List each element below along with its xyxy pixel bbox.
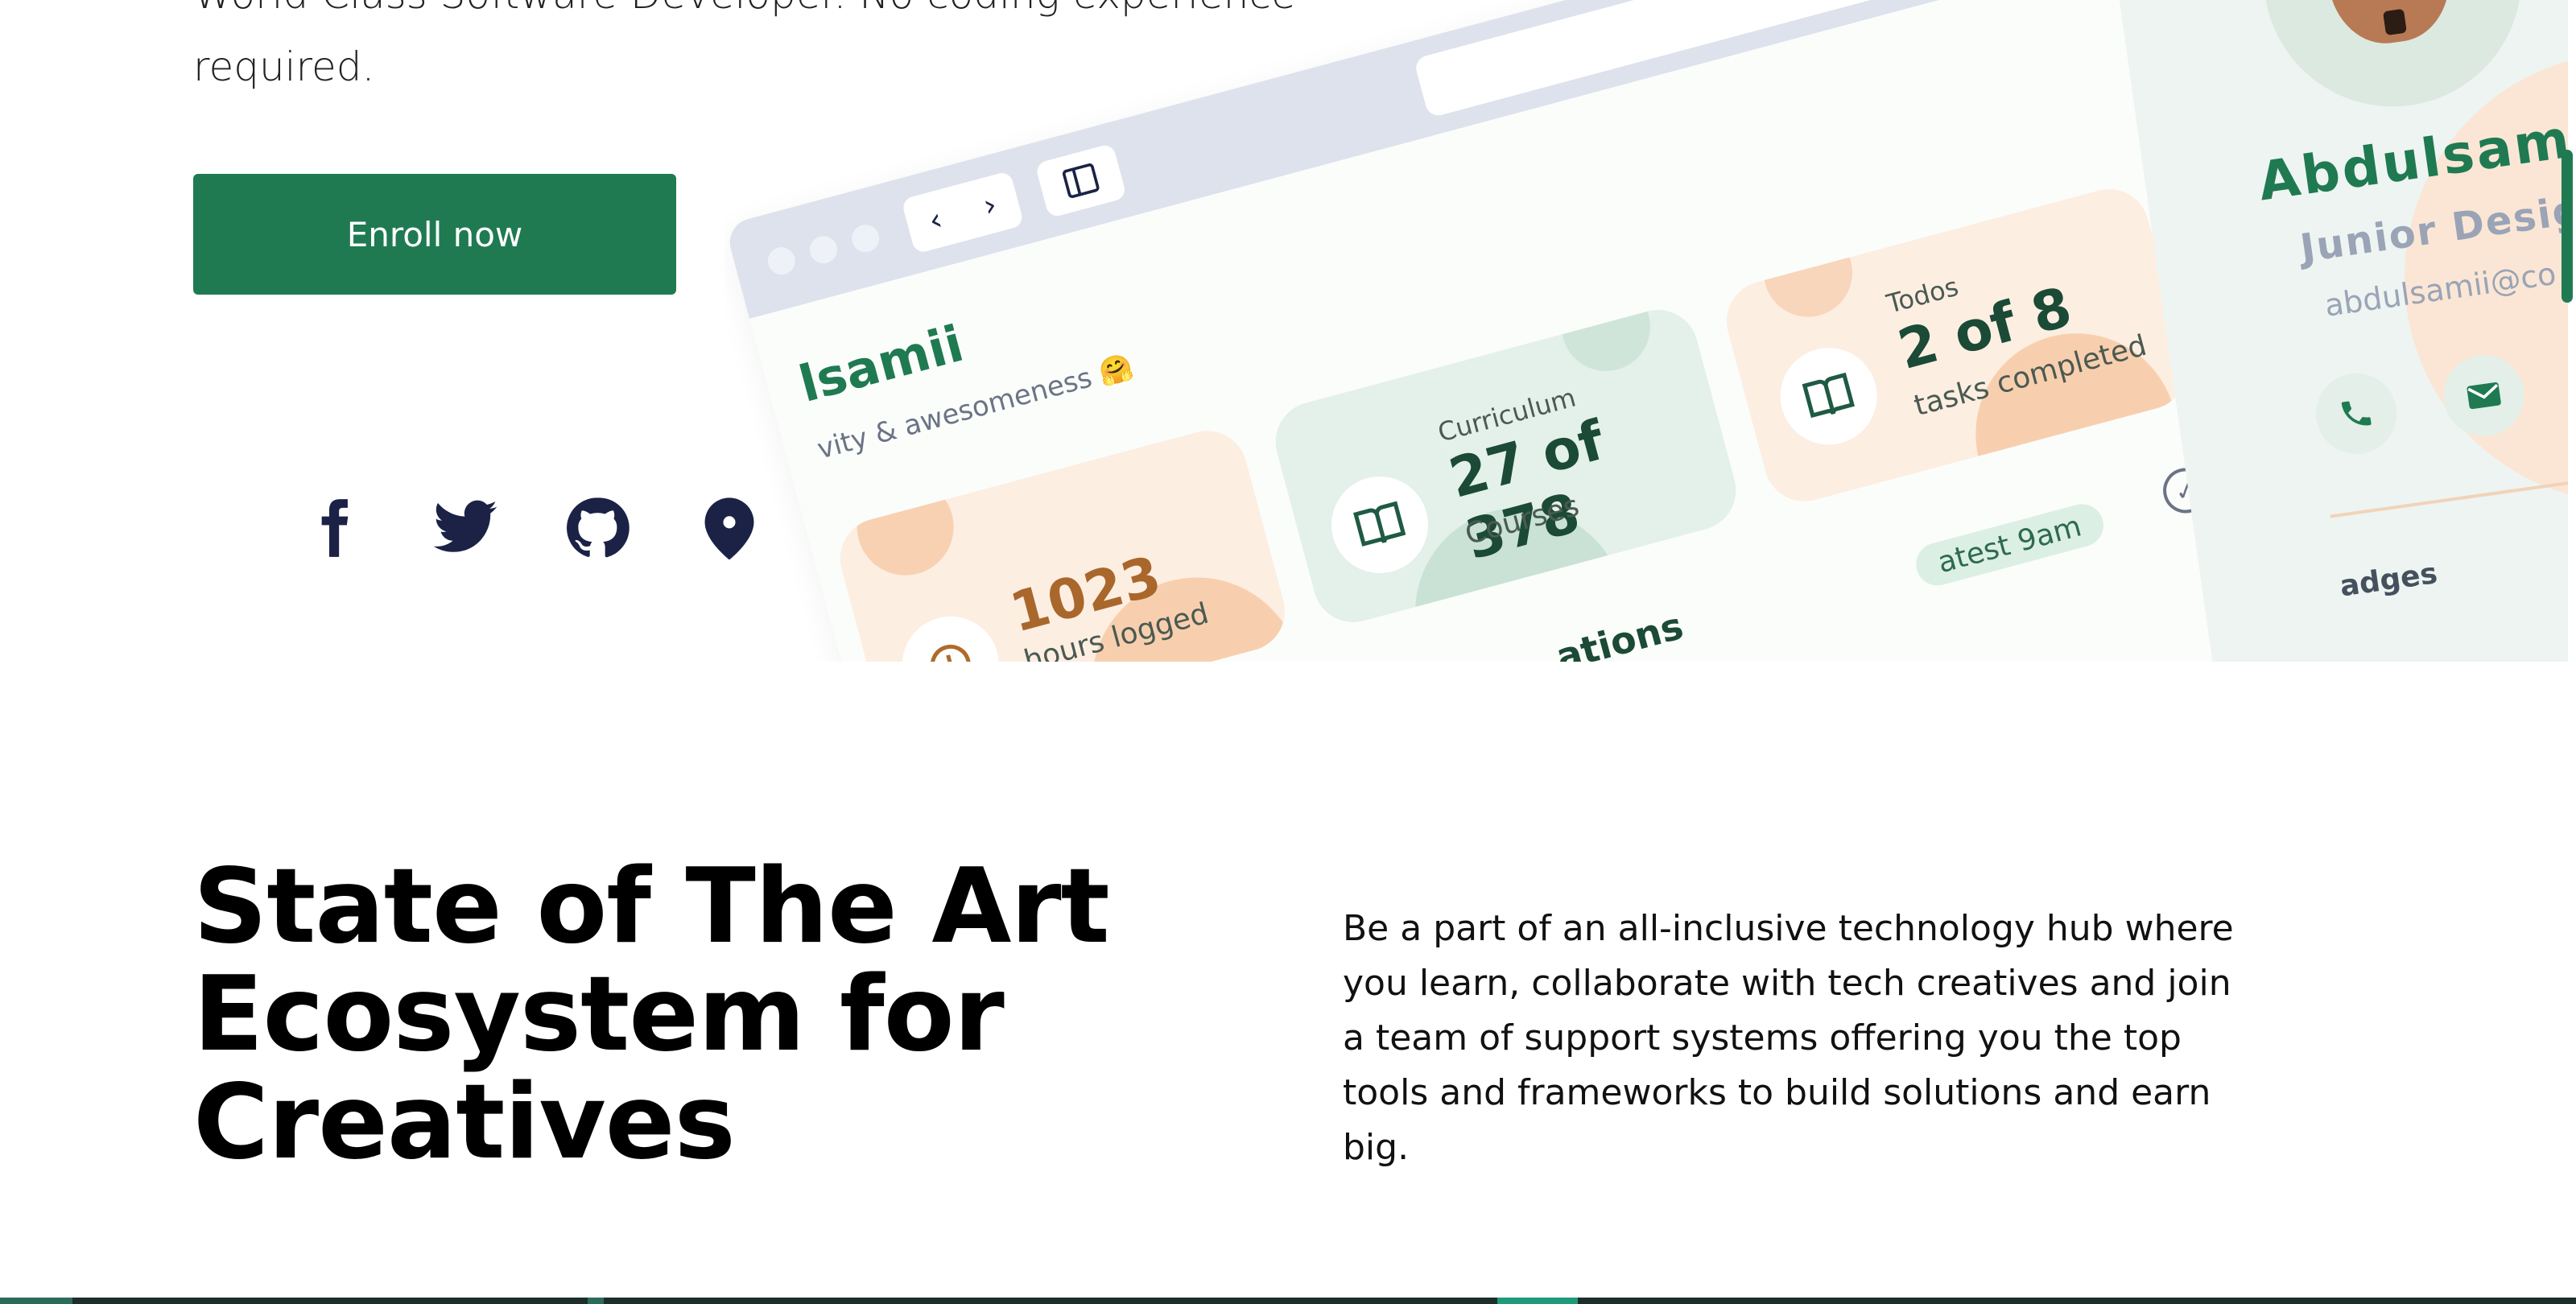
social-links xyxy=(0,483,805,580)
ecosystem-description: Be a part of an all-inclusive technology… xyxy=(1343,908,2234,1168)
window-dot xyxy=(807,233,840,267)
book-icon xyxy=(1769,336,1889,456)
chevron-right-icon: › xyxy=(979,186,1001,225)
url-bar xyxy=(1413,0,1974,118)
facebook-icon xyxy=(321,499,349,557)
enroll-now-button[interactable]: Enroll now xyxy=(193,174,676,295)
ecosystem-title: State of The Art Ecosystem for Creatives xyxy=(193,847,1110,1182)
hours-card: 1023 hours logged xyxy=(831,422,1294,662)
latest-badge: atest 9am xyxy=(1911,499,2108,591)
facebook-link[interactable] xyxy=(293,488,374,568)
mockup-user-name: lsamii xyxy=(793,313,970,415)
github-link[interactable] xyxy=(557,488,638,568)
twitter-icon xyxy=(433,500,497,552)
todos-card: Todos 2 of 8 tasks completed xyxy=(1717,180,2196,511)
window-dot xyxy=(848,221,882,256)
book-icon xyxy=(1320,465,1439,584)
sidebar-toggle-icon xyxy=(1034,142,1128,219)
footer-edge xyxy=(0,1298,2576,1304)
curriculum-card: Curriculum 27 of 378 Courses xyxy=(1266,300,1745,632)
nav-arrows: ‹ › xyxy=(901,170,1025,254)
chevron-left-icon: ‹ xyxy=(925,200,947,239)
phone-icon xyxy=(2310,368,2402,460)
clock-icon xyxy=(891,605,1010,662)
scrollbar-thumb[interactable] xyxy=(2562,150,2573,303)
twitter-link[interactable] xyxy=(425,488,506,568)
window-dot xyxy=(765,244,799,278)
badges-label: adges xyxy=(2338,557,2440,604)
github-icon xyxy=(567,497,630,558)
section-title: ations xyxy=(1551,603,1688,662)
dashboard-preview: ‹ › lsamii vity & awesomeness 🤗 1023 hou… xyxy=(724,0,2568,662)
